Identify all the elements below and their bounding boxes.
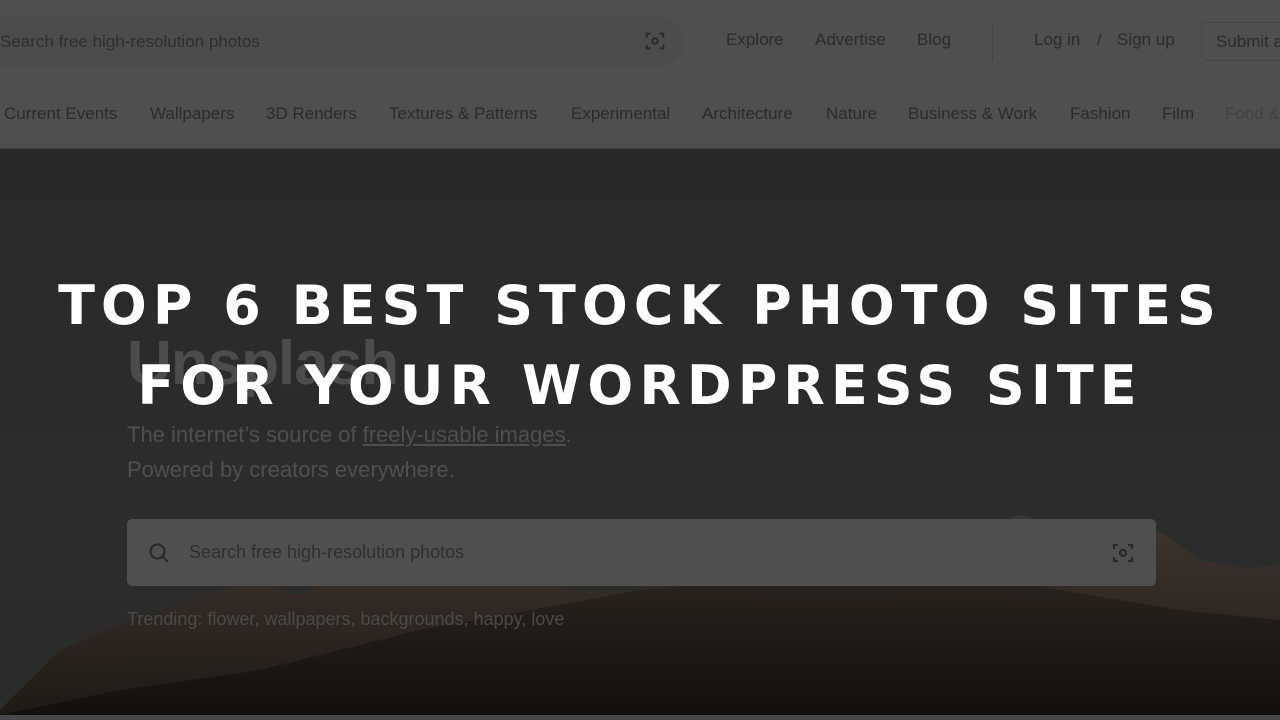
- nav-blog[interactable]: Blog: [917, 0, 951, 80]
- login-link[interactable]: Log in: [1034, 30, 1080, 50]
- slash-separator: /: [1097, 30, 1102, 49]
- trending-love[interactable]: love: [531, 609, 564, 629]
- hero-search-bar: [127, 519, 1156, 586]
- overlay-title-line-2: FOR YOUR WORDPRESS SITE: [137, 354, 1143, 417]
- header-search-input[interactable]: [0, 17, 620, 66]
- nav-advertise[interactable]: Advertise: [815, 0, 886, 80]
- top-header: Explore Advertise Blog Log in / Sign up …: [0, 0, 1280, 80]
- trending-label: Trending:: [127, 609, 203, 629]
- category-wallpapers[interactable]: Wallpapers: [150, 104, 234, 124]
- category-nature[interactable]: Nature: [826, 104, 877, 124]
- tagline-line-2: Powered by creators everywhere.: [127, 457, 455, 482]
- category-architecture[interactable]: Architecture: [702, 104, 793, 124]
- category-bar: Current Events Wallpapers 3D Renders Tex…: [0, 80, 1280, 149]
- category-business-work[interactable]: Business & Work: [908, 104, 1037, 124]
- category-current-events[interactable]: Current Events: [4, 104, 117, 124]
- category-film[interactable]: Film: [1162, 104, 1194, 124]
- nav-advertise-link[interactable]: Advertise: [815, 30, 886, 50]
- search-icon[interactable]: [147, 541, 171, 565]
- trending-backgrounds[interactable]: backgrounds: [361, 609, 464, 629]
- nav-login[interactable]: Log in: [1034, 0, 1080, 80]
- nav-explore[interactable]: Explore: [726, 0, 784, 80]
- nav-explore-link[interactable]: Explore: [726, 30, 784, 50]
- overlay-title-line-1: TOP 6 BEST STOCK PHOTO SITES: [58, 274, 1222, 337]
- category-experimental[interactable]: Experimental: [571, 104, 670, 124]
- nav-blog-link[interactable]: Blog: [917, 30, 951, 50]
- category-fashion[interactable]: Fashion: [1070, 104, 1130, 124]
- category-3d-renders[interactable]: 3D Renders: [266, 104, 357, 124]
- category-food-drink[interactable]: Food & Drink: [1225, 104, 1280, 124]
- visual-search-icon[interactable]: [644, 30, 666, 52]
- submit-photo-button[interactable]: Submit a photo: [1201, 22, 1280, 61]
- category-textures-patterns[interactable]: Textures & Patterns: [389, 104, 537, 124]
- visual-search-icon[interactable]: [1111, 541, 1135, 565]
- trending-wallpapers[interactable]: wallpapers: [264, 609, 350, 629]
- trending-flower[interactable]: flower: [207, 609, 254, 629]
- nav-divider: [992, 22, 993, 61]
- nav-signup[interactable]: Sign up: [1117, 0, 1175, 80]
- article-title-overlay: TOP 6 BEST STOCK PHOTO SITES FOR YOUR WO…: [0, 266, 1280, 426]
- trending-searches: Trending: flower, wallpapers, background…: [127, 609, 565, 629]
- nav-separator: /: [1097, 0, 1102, 80]
- bottom-strip: [0, 715, 1280, 720]
- signup-link[interactable]: Sign up: [1117, 30, 1175, 50]
- hero-search-input[interactable]: [189, 519, 1089, 586]
- header-search-bar: [0, 17, 685, 66]
- trending-happy[interactable]: happy: [474, 609, 522, 629]
